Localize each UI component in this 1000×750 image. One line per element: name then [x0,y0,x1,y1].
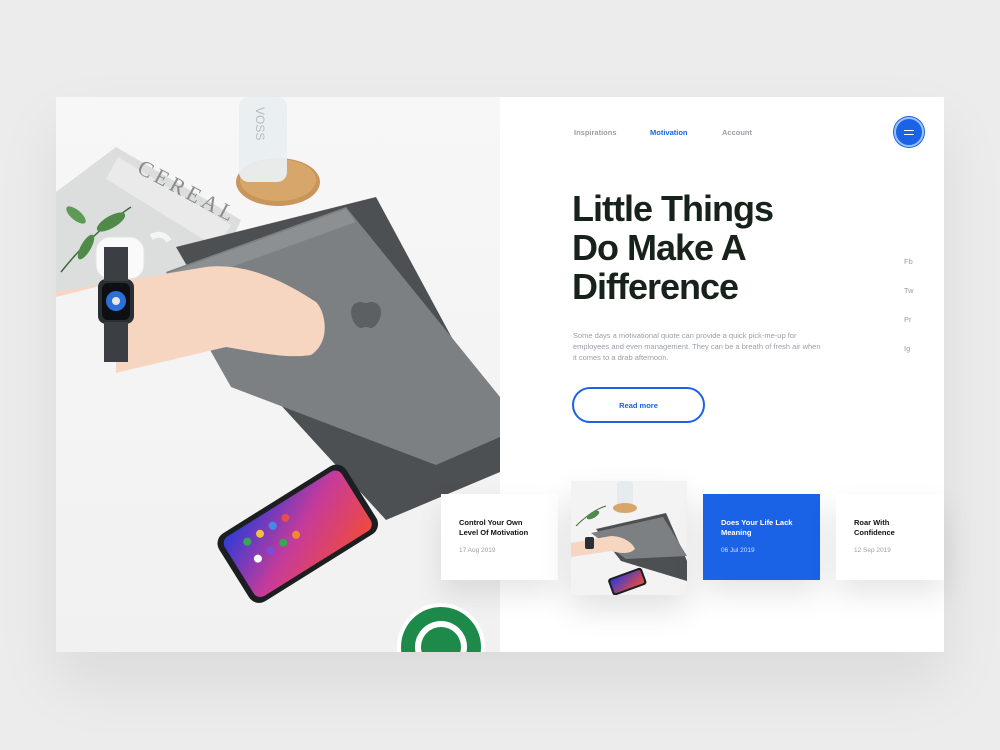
nav-item-inspirations[interactable]: Inspirations [574,128,617,137]
hero-title-line-2: Do Make A [572,227,747,268]
nav-item-account[interactable]: Account [722,128,752,137]
social-pinterest[interactable]: Pr [904,315,912,324]
post-card[interactable]: Roar With Confidence 12 Sep 2019 [836,494,944,580]
hero-title-line-3: Difference [572,266,739,307]
hero-title: Little Things Do Make A Difference [572,189,852,306]
post-title: Does Your Life Lack Meaning [721,518,793,537]
hero-description: Some days a motivational quote can provi… [573,331,821,362]
social-facebook[interactable]: Fb [904,257,913,266]
social-twitter[interactable]: Tw [904,286,914,295]
menu-icon [904,129,914,131]
post-date: 06 Jul 2019 [721,547,755,554]
bottle-label: VOSS [253,107,267,140]
hero-photo: CEREAL VOSS [56,97,500,652]
post-date: 17 Aug 2019 [459,547,496,554]
social-instagram[interactable]: Ig [904,344,910,353]
post-date: 12 Sep 2019 [854,547,891,554]
post-thumbnail[interactable] [571,481,687,595]
hero-title-line-1: Little Things [572,188,774,229]
landing-card: CEREAL VOSS Inspirations Motivation Acco… [56,97,944,652]
read-more-button[interactable]: Read more [572,387,705,423]
post-card[interactable]: Does Your Life Lack Meaning 06 Jul 2019 [703,494,820,580]
post-title: Roar With Confidence [854,518,895,537]
menu-button[interactable] [894,117,924,147]
post-title: Control Your Own Level Of Motivation [459,518,529,537]
nav-item-motivation[interactable]: Motivation [650,128,688,137]
post-card[interactable]: Control Your Own Level Of Motivation 17 … [441,494,558,580]
